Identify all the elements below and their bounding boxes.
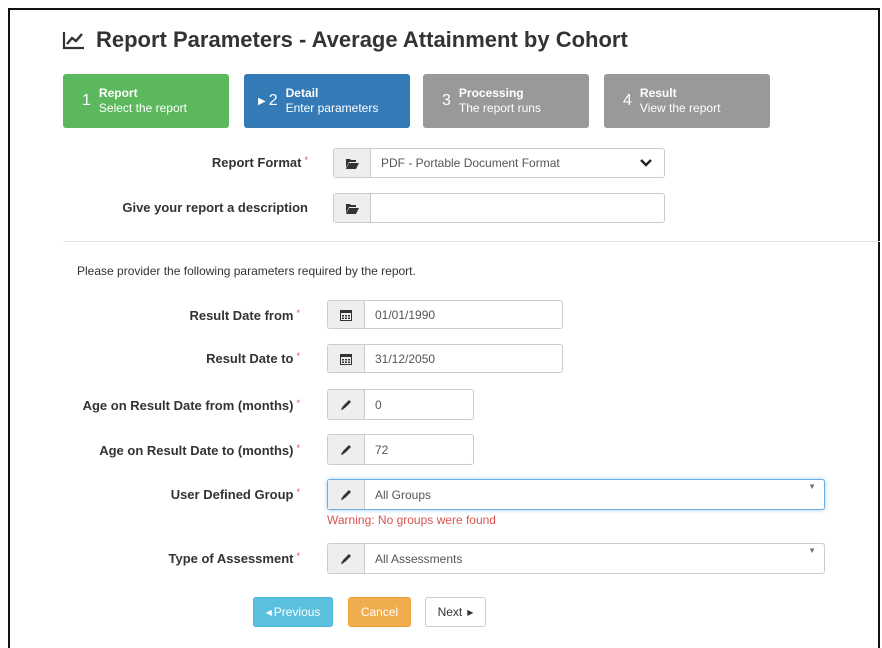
age-from-label: Age on Result Date from (months) * (82, 398, 300, 413)
result-date-from-input[interactable]: 01/01/1990 (365, 301, 562, 328)
dropdown-arrow-icon: ▼ (808, 546, 816, 555)
age-to-label: Age on Result Date to (months) * (99, 443, 300, 458)
step-subtitle: Enter parameters (285, 101, 379, 115)
next-button[interactable]: Next ▶ (425, 597, 486, 627)
folder-open-icon (334, 149, 371, 177)
age-to-field[interactable]: 72 (327, 434, 474, 465)
previous-label: Previous (273, 605, 321, 619)
age-from-input[interactable]: 0 (365, 390, 473, 419)
caret-right-icon: ▶ (258, 95, 266, 107)
result-date-to-field[interactable]: 31/12/2050 (327, 344, 563, 373)
dropdown-arrow-icon: ▼ (808, 482, 816, 491)
step-number: 4 (623, 92, 632, 109)
group-warning: Warning: No groups were found (327, 513, 496, 527)
age-to-input[interactable]: 72 (365, 435, 473, 464)
page-title-text: Report Parameters - Average Attainment b… (96, 27, 628, 52)
step-result: 4 Result View the report (604, 74, 770, 128)
step-subtitle: Select the report (98, 101, 187, 115)
description-input[interactable] (371, 194, 664, 222)
assessment-value: All Assessments (375, 551, 463, 566)
description-field[interactable] (333, 193, 665, 223)
line-chart-icon (62, 32, 84, 50)
age-from-field[interactable]: 0 (327, 389, 474, 420)
step-report[interactable]: 1 Report Select the report (63, 74, 229, 128)
step-title: Result (639, 86, 677, 100)
step-number: 1 (82, 92, 91, 109)
calendar-icon (328, 345, 365, 372)
caret-left-icon: ◀ (265, 607, 272, 617)
report-format-select[interactable]: PDF - Portable Document Format (333, 148, 665, 178)
caret-right-icon: ▶ (467, 607, 474, 617)
step-processing: 3 Processing The report runs (423, 74, 589, 128)
step-subtitle: View the report (639, 101, 721, 115)
chevron-down-icon (640, 159, 652, 167)
assessment-label: Type of Assessment * (168, 551, 300, 566)
assessment-select[interactable]: All Assessments ▼ (327, 543, 825, 574)
description-label: Give your report a description (122, 200, 308, 215)
result-date-to-input[interactable]: 31/12/2050 (365, 345, 562, 372)
cancel-button[interactable]: Cancel (348, 597, 411, 627)
pencil-icon (328, 480, 365, 509)
pencil-icon (328, 544, 365, 573)
step-number: 3 (442, 92, 451, 109)
previous-button[interactable]: ◀ Previous (253, 597, 333, 627)
step-title: Detail (285, 86, 319, 100)
step-title: Report (98, 86, 138, 100)
next-label: Next (437, 605, 463, 619)
user-group-select[interactable]: All Groups ▼ (327, 479, 825, 510)
result-date-to-label: Result Date to * (206, 351, 300, 366)
step-subtitle: The report runs (458, 101, 541, 115)
calendar-icon (328, 301, 365, 328)
report-format-value: PDF - Portable Document Format (381, 156, 560, 170)
step-detail[interactable]: ▶ 2 Detail Enter parameters (244, 74, 410, 128)
result-date-from-label: Result Date from * (189, 308, 300, 323)
user-group-label: User Defined Group * (170, 487, 300, 502)
step-number: 2 (268, 92, 278, 109)
user-group-value: All Groups (375, 487, 432, 502)
pencil-icon (328, 390, 365, 419)
parameters-intro: Please provider the following parameters… (77, 264, 416, 278)
folder-open-icon (334, 194, 371, 222)
report-format-label: Report Format * (211, 155, 308, 170)
pencil-icon (328, 435, 365, 464)
section-divider (63, 241, 880, 242)
page-title: Report Parameters - Average Attainment b… (62, 27, 628, 53)
step-title: Processing (458, 86, 524, 100)
result-date-from-field[interactable]: 01/01/1990 (327, 300, 563, 329)
